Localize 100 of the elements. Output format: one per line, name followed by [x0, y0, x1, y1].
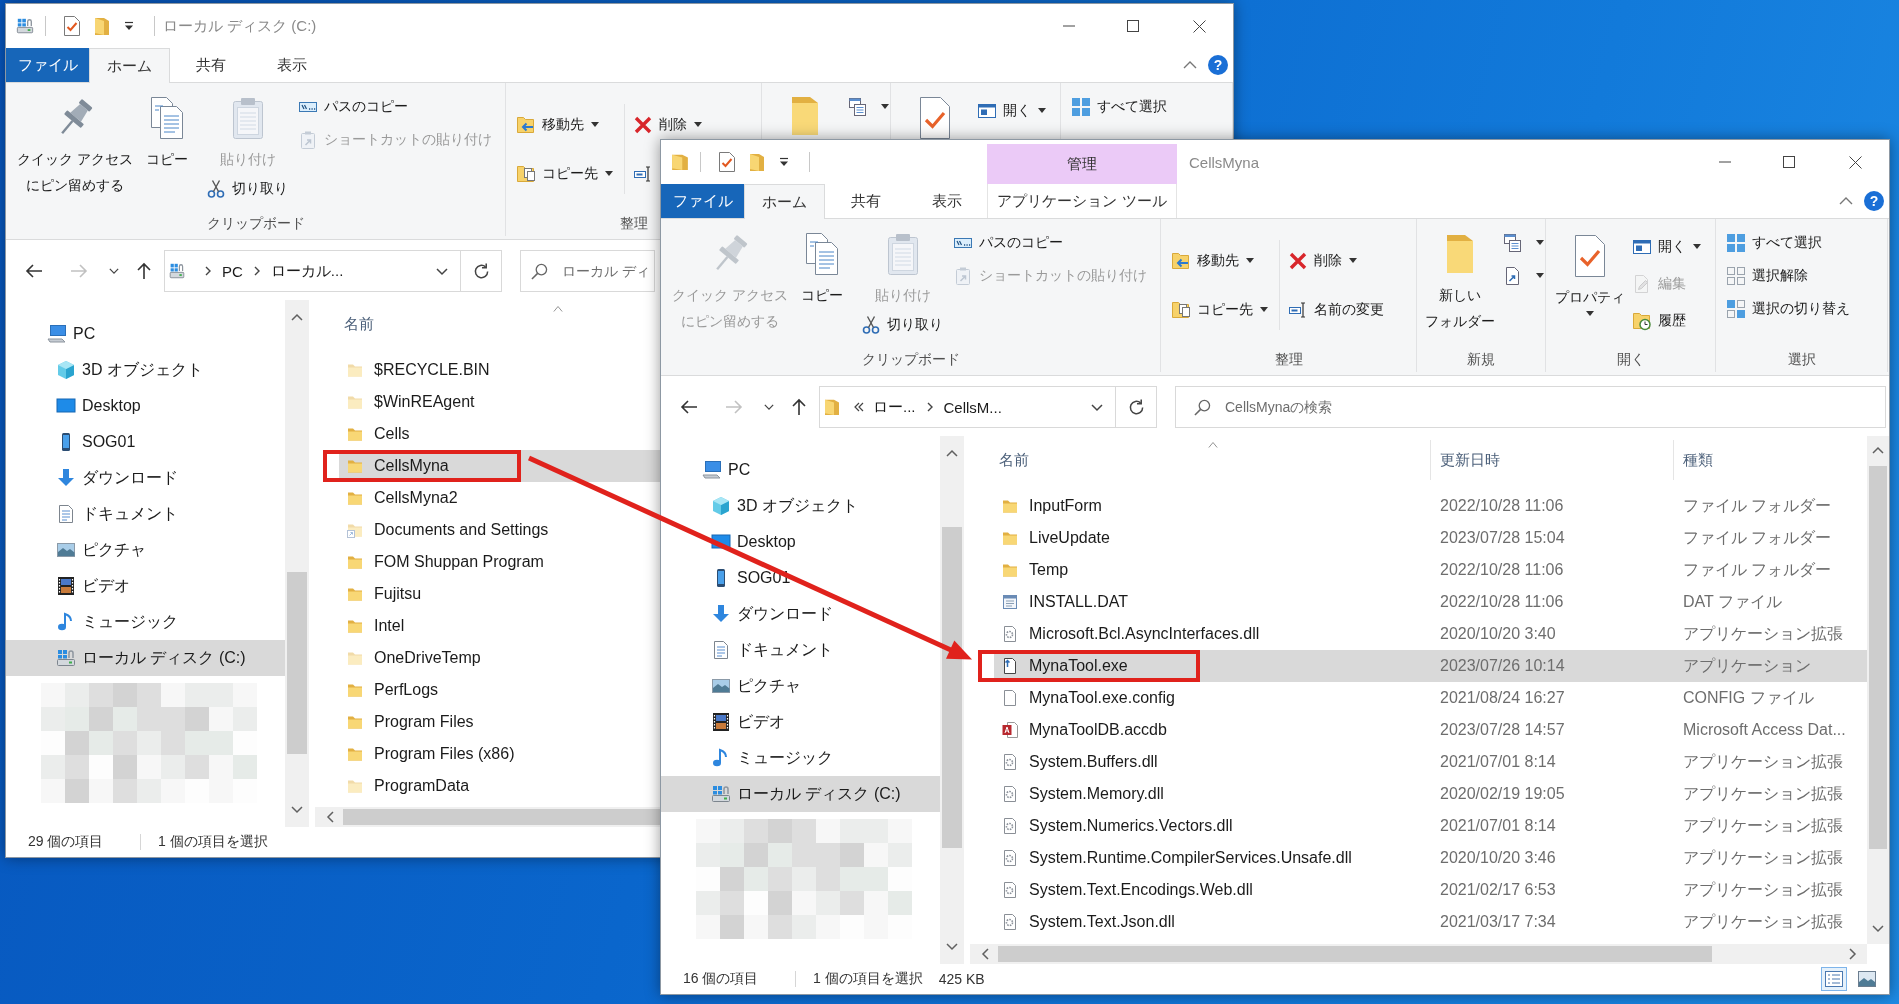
details-view-button[interactable]	[1821, 967, 1847, 991]
file-row[interactable]: CellsMyna2	[339, 482, 660, 514]
ribbon-tab[interactable]: 表示	[906, 184, 987, 218]
column-header[interactable]: 更新日時	[1431, 440, 1674, 480]
nav-item[interactable]: ミュージック	[661, 740, 940, 776]
nav-item[interactable]: ドキュメント	[661, 632, 940, 668]
address-bar[interactable]: ロー... CellsM...	[819, 386, 1116, 428]
properties-button[interactable]: プロパティ	[1555, 228, 1625, 316]
file-row[interactable]: Program Files	[339, 706, 660, 738]
scrollbar-thumb[interactable]	[343, 809, 660, 825]
file-row[interactable]: Documents and Settings	[339, 514, 660, 546]
scrollbar-thumb[interactable]	[1869, 466, 1887, 849]
nav-item[interactable]: ピクチャ	[6, 532, 285, 568]
nav-item[interactable]: ローカル ディスク (C:)	[661, 776, 940, 812]
move-to-button[interactable]: 移動先	[516, 110, 599, 139]
rename-button[interactable]: 名前の変更	[1288, 295, 1384, 324]
delete-button[interactable]: 削除	[1288, 246, 1357, 275]
select-all-button[interactable]: すべて選択	[1071, 92, 1167, 121]
nav-item[interactable]: SOG01	[6, 424, 285, 460]
pin-button[interactable]: クイック アクセスにピン留めする	[17, 90, 133, 198]
breadcrumb[interactable]: ロー...	[868, 397, 921, 417]
file-row[interactable]: System.Runtime.CompilerServices.Unsafe.dll 2020/10/20 3:46 アプリケーション拡張	[994, 842, 1867, 874]
nav-item[interactable]: ピクチャ	[661, 668, 940, 704]
copy-button[interactable]: コピー	[801, 226, 843, 308]
nav-item[interactable]: Desktop	[6, 388, 285, 424]
file-row[interactable]: InputForm 2022/10/28 11:06 ファイル フォルダー	[994, 490, 1867, 522]
file-row[interactable]: Temp 2022/10/28 11:06 ファイル フォルダー	[994, 554, 1867, 586]
nav-item[interactable]: ミュージック	[6, 604, 285, 640]
contextual-tab[interactable]: アプリケーション ツール	[987, 184, 1177, 218]
caret-icon[interactable]	[779, 157, 789, 167]
file-row[interactable]: FOM Shuppan Program	[339, 546, 660, 578]
chevron-down-icon[interactable]	[1872, 925, 1884, 932]
ribbon-tab[interactable]: ホーム	[89, 48, 170, 83]
file-row[interactable]: MynaTool.exe.config 2021/08/24 16:27 CONFIG ファイル	[994, 682, 1867, 714]
copy-path-button[interactable]: パスのコピー	[298, 92, 408, 121]
search-field[interactable]: ローカル ディ	[562, 259, 654, 283]
file-row[interactable]: $RECYCLE.BIN	[339, 354, 660, 386]
nav-item[interactable]: ローカル ディスク (C:)	[6, 640, 285, 676]
file-row[interactable]: System.Buffers.dll 2021/07/01 8:14 アプリケーション拡張	[994, 746, 1867, 778]
file-row[interactable]: OneDriveTemp	[339, 642, 660, 674]
file-row[interactable]: INSTALL.DAT 2022/10/28 11:06 DAT ファイル	[994, 586, 1867, 618]
nav-item[interactable]: PC	[6, 316, 285, 352]
address-bar[interactable]: PC ローカル...	[164, 250, 461, 292]
caret-icon[interactable]	[124, 21, 134, 31]
move-to-button[interactable]: 移動先	[1171, 246, 1254, 275]
chevron-up-icon[interactable]	[946, 450, 958, 457]
copy-to-button[interactable]: コピー先	[1171, 295, 1268, 324]
file-tab[interactable]: ファイル	[661, 184, 744, 218]
nav-item[interactable]: 3D オブジェクト	[6, 352, 285, 388]
check-page-icon[interactable]	[718, 152, 736, 172]
file-row[interactable]: PerfLogs	[339, 674, 660, 706]
invert-selection-button[interactable]: 選択の切り替え	[1726, 294, 1850, 323]
file-row[interactable]: Fujitsu	[339, 578, 660, 610]
scrollbar-thumb[interactable]	[942, 527, 962, 848]
history-button[interactable]: 履歴	[1632, 306, 1686, 335]
help-button[interactable]: ?	[1864, 191, 1884, 211]
file-row[interactable]: Microsoft.Bcl.AsyncInterfaces.dll 2020/10/20 3:40 アプリケーション拡張	[994, 618, 1867, 650]
ribbon-tab[interactable]: 共有	[825, 184, 906, 218]
column-header[interactable]: 名前	[339, 304, 660, 344]
refresh-button[interactable]	[1116, 386, 1157, 428]
file-row[interactable]: System.Text.Json.dll 2021/03/17 7:34 アプリケーション拡張	[994, 906, 1867, 938]
open-button[interactable]: 開く	[1632, 232, 1701, 261]
delete-button[interactable]: 削除	[633, 110, 702, 139]
chevron-up-icon[interactable]	[291, 314, 303, 321]
help-button[interactable]: ?	[1208, 55, 1228, 75]
file-row[interactable]: System.Memory.dll 2020/02/19 19:05 アプリケーション拡張	[994, 778, 1867, 810]
nav-item[interactable]: PC	[661, 452, 940, 488]
chevron-down-icon[interactable]	[436, 267, 448, 275]
file-row[interactable]: MynaToolDB.accdb 2023/07/28 14:57 Microsoft Access Dat...	[994, 714, 1867, 746]
search-box[interactable]: ローカル ディ	[520, 250, 655, 292]
search-field[interactable]: CellsMynaの検索	[1225, 395, 1885, 419]
file-row[interactable]: Cells	[339, 418, 660, 450]
copy-button[interactable]: コピー	[146, 90, 188, 172]
scrollbar-thumb[interactable]	[998, 946, 1712, 962]
column-header[interactable]: 種類	[1674, 440, 1865, 480]
nav-item[interactable]: ビデオ	[6, 568, 285, 604]
chevron-up-icon[interactable]	[1872, 447, 1884, 454]
column-header[interactable]: 名前	[994, 440, 1431, 480]
cut-button[interactable]: 切り取り	[206, 175, 288, 203]
scrollbar-thumb[interactable]	[287, 572, 307, 754]
file-row[interactable]: $WinREAgent	[339, 386, 660, 418]
new-folder-button[interactable]: 新しいフォルダー	[1425, 226, 1495, 334]
file-row[interactable]: System.Numerics.Vectors.dll 2021/07/01 8:14 アプリケーション拡張	[994, 810, 1867, 842]
nav-item[interactable]: ダウンロード	[661, 596, 940, 632]
chevron-right-icon[interactable]	[1849, 948, 1856, 960]
breadcrumb[interactable]: ローカル...	[265, 261, 349, 281]
nav-item[interactable]: 3D オブジェクト	[661, 488, 940, 524]
file-row[interactable]: ProgramData	[339, 770, 660, 802]
file-row[interactable]: Program Files (x86)	[339, 738, 660, 770]
chevron-left-icon[interactable]	[982, 948, 989, 960]
file-tab[interactable]: ファイル	[6, 48, 89, 82]
breadcrumb[interactable]: CellsM...	[938, 398, 1007, 416]
file-row[interactable]: System.Text.Encodings.Web.dll 2021/02/17 6:53 アプリケーション拡張	[994, 874, 1867, 906]
select-all-button[interactable]: すべて選択	[1726, 228, 1822, 257]
refresh-button[interactable]	[461, 250, 502, 292]
chevron-left-icon[interactable]	[327, 811, 334, 823]
cut-button[interactable]: 切り取り	[861, 311, 943, 339]
ribbon-tab[interactable]: ホーム	[744, 184, 825, 219]
nav-item[interactable]: Desktop	[661, 524, 940, 560]
nav-item[interactable]: ドキュメント	[6, 496, 285, 532]
